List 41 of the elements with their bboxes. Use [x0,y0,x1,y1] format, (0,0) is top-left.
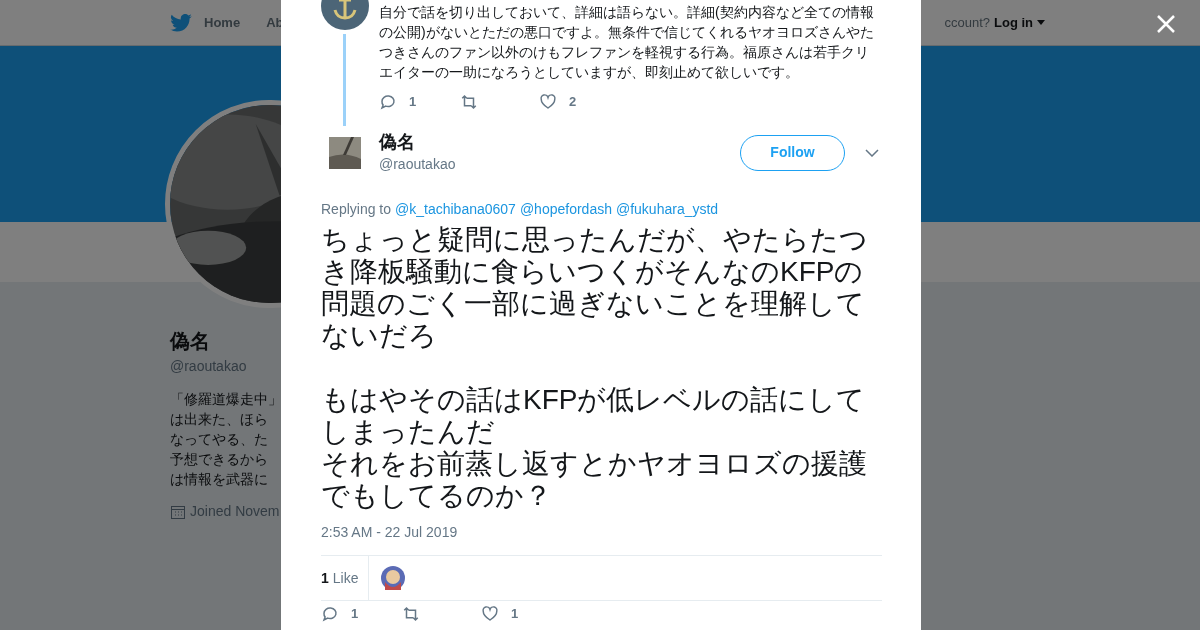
bio-line: 予想できるから [170,450,269,469]
login-prompt: ccount? [944,13,990,32]
reply-icon [379,92,397,111]
chevron-down-icon [865,148,879,157]
joined-date: Joined Novem [190,502,280,521]
bio-line: 「修羅道爆走中」 [170,390,281,409]
caret-icon [1037,20,1045,25]
tweet-timestamp: 2:53 AM - 22 Jul 2019 [321,523,459,542]
heart-icon [481,604,499,623]
profile-name: 偽名 [170,329,211,354]
heart-icon [539,92,557,111]
mention-link[interactable]: @k_tachibana0607 [395,199,516,220]
reply-button[interactable]: 1 [379,92,459,112]
tweet-text: ちょっと疑問に思ったんだが、やたらたつき降板騒動に食らいつくがそんなのKFPの問題のごく一部に過ぎないことを理解してないだろ [321,224,869,352]
retweet-icon [401,604,421,623]
close-icon [1156,14,1176,34]
reply-icon [321,604,339,623]
mention-link[interactable]: @fukuhara_ystd [615,199,719,220]
reply-button[interactable]: 1 [321,604,401,624]
tweet-text: 自分で話を切り出しておいて、詳細は語らない。詳細(契約内容など全ての情報の公開)がないとただの悪口ですよ。無条件で信じてくれるヤオヨロズさんやたつきさんのファン以外のけもフレファンを軽視する行為。福原さんは若手クリエイターの一助になろうとしていますが、即刻止めて欲しいです。 [379,3,875,82]
bio-line: は情報を武器に [170,470,269,489]
replying-label: Replying to [321,200,392,219]
tweet-text: もはやその話はKFPが低レベルの話にしてしまったんだ [321,384,867,448]
login-link[interactable]: Log in [994,12,1045,33]
mention-link[interactable]: @hopefordash [519,199,612,220]
like-button[interactable]: 1 [481,604,519,624]
like-count: 1 Like [321,556,370,600]
bio-line: なってやる、た [170,430,269,449]
avatar-picture-icon [329,136,361,169]
bio-line: は出来た、ほら [170,410,269,429]
calendar-icon [170,503,186,520]
bird-icon [170,13,192,32]
profile-handle: @raoutakao [170,357,248,376]
close-button[interactable] [1156,14,1176,34]
tweet-text: それをお前蒸し返すとかヤオヨロズの援護でもしてるのか？ [321,448,868,512]
like-button[interactable]: 2 [539,92,577,112]
nav-link[interactable]: Home [204,12,241,33]
author-handle: @raoutakao [379,155,456,174]
author-name: 偽名 [379,131,416,154]
retweet-icon [459,92,479,111]
liker-avatar-icon [381,566,406,590]
